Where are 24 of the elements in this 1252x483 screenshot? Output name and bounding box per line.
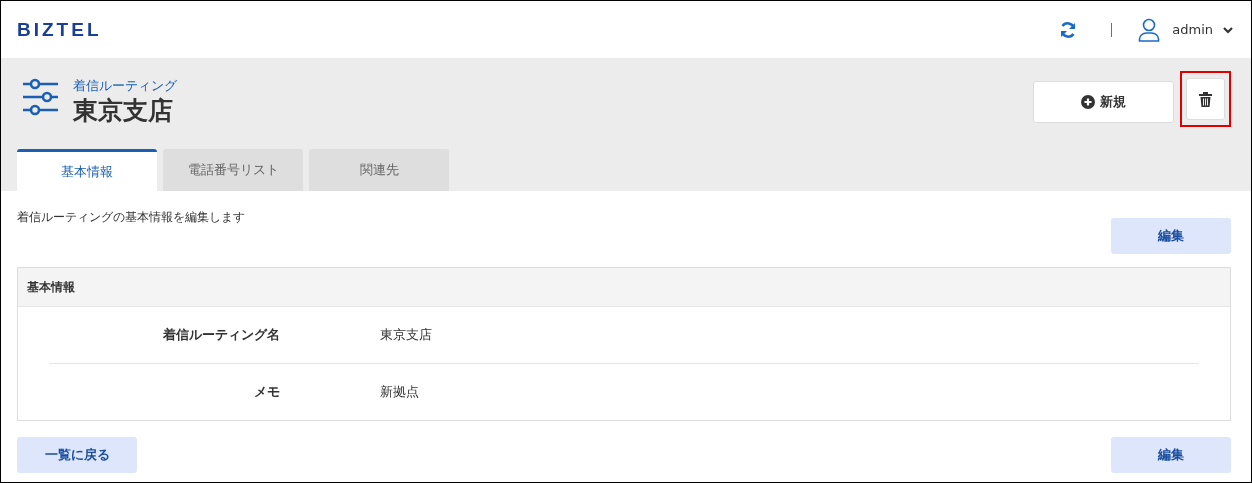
field-label: メモ: [253, 383, 280, 401]
page-category: 着信ルーティング: [73, 77, 177, 95]
field-value: 新拠点: [380, 383, 419, 401]
tab[interactable]: 電話番号リスト: [163, 149, 303, 191]
logo: BIZTEL: [17, 18, 102, 41]
refresh-icon[interactable]: [1059, 20, 1078, 39]
back-button[interactable]: 一覧に戻る: [17, 437, 137, 473]
chevron-down-icon[interactable]: [1223, 25, 1233, 34]
user-menu[interactable]: admin: [1172, 22, 1213, 37]
edit-button[interactable]: 編集: [1111, 437, 1231, 473]
field-label: 着信ルーティング名: [162, 326, 280, 344]
plus-circle-icon: [1081, 95, 1095, 109]
edit-button[interactable]: 編集: [1111, 218, 1231, 254]
new-button[interactable]: 新規: [1033, 81, 1174, 123]
page-title: 東京支店: [73, 95, 174, 127]
sliders-icon: [23, 77, 59, 117]
tab[interactable]: 関連先: [309, 149, 449, 191]
trash-icon: [1199, 91, 1212, 107]
user-icon[interactable]: [1138, 17, 1161, 42]
field-value: 東京支店: [380, 326, 432, 344]
panel-title: 基本情報: [27, 278, 75, 296]
description: 着信ルーティングの基本情報を編集します: [17, 209, 245, 226]
delete-button[interactable]: [1186, 78, 1225, 120]
tab[interactable]: 基本情報: [17, 149, 157, 191]
